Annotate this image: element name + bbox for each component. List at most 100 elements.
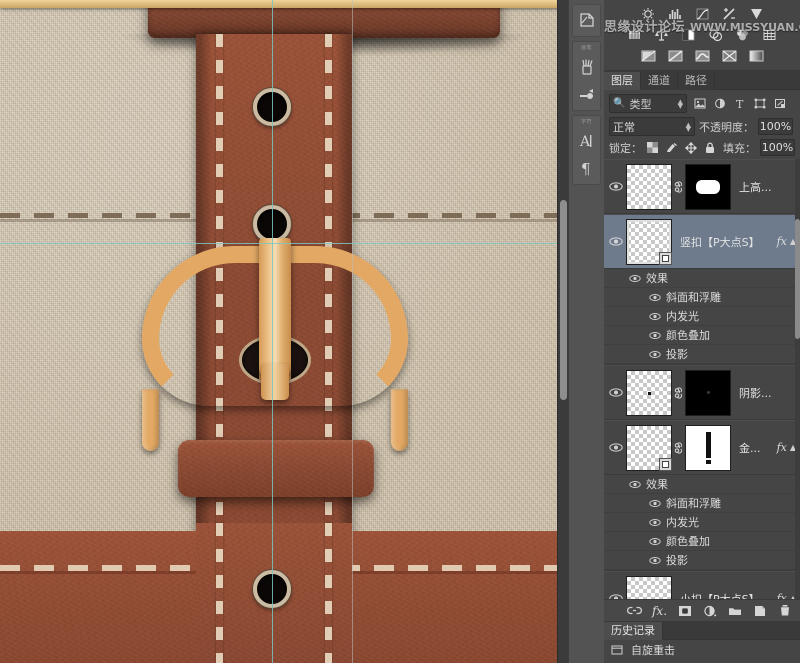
eye-icon[interactable] <box>644 518 666 527</box>
brightness-contrast-icon[interactable] <box>637 5 659 22</box>
effect-row[interactable]: 颜色叠加 <box>604 532 800 551</box>
lock-position-icon[interactable] <box>684 141 697 154</box>
link-mask-icon[interactable] <box>672 386 685 399</box>
shape-layer-filter-icon[interactable] <box>753 97 767 111</box>
link-layers-icon[interactable] <box>627 603 642 618</box>
effect-row[interactable]: 内发光 <box>604 307 800 326</box>
canvas-scrollbar-thumb[interactable] <box>560 200 567 400</box>
vibrance-icon[interactable] <box>745 5 767 22</box>
brush-presets-icon[interactable] <box>574 55 600 79</box>
blend-chevron-icon[interactable]: ▲ ▼ <box>686 121 691 132</box>
layer-row[interactable]: 竖扣【P大点S】 fx ▲ <box>604 214 800 269</box>
tab-layers[interactable]: 图层 <box>604 72 641 90</box>
effects-group-row[interactable]: 效果 <box>604 269 800 288</box>
add-layer-mask-icon[interactable] <box>677 603 692 618</box>
selective-color-icon[interactable] <box>718 47 740 64</box>
gradient-map-icon[interactable] <box>745 47 767 64</box>
layer-list[interactable]: 上高... 竖扣【P大点S】 fx ▲ 效果 斜面和浮雕 内发光 颜色叠加 投影… <box>604 159 800 599</box>
curves-icon[interactable] <box>691 5 713 22</box>
opacity-value[interactable]: 100% <box>758 118 793 135</box>
guide-vertical[interactable] <box>272 0 273 663</box>
document-canvas[interactable] <box>0 0 568 663</box>
adjustment-layer-filter-icon[interactable] <box>713 97 727 111</box>
new-layer-icon[interactable] <box>752 603 767 618</box>
effect-row[interactable]: 斜面和浮雕 <box>604 494 800 513</box>
levels-icon[interactable] <box>664 5 686 22</box>
canvas-vertical-scrollbar[interactable] <box>557 0 568 663</box>
eye-icon[interactable] <box>644 331 666 340</box>
layer-row[interactable]: 小扣【P大点S】 fx ▲ <box>604 571 800 599</box>
color-balance-icon[interactable] <box>651 26 673 43</box>
eye-icon[interactable] <box>624 274 646 283</box>
effect-row[interactable]: 投影 <box>604 551 800 570</box>
black-white-icon[interactable] <box>678 26 700 43</box>
lock-transparent-pixels-icon[interactable] <box>646 141 659 154</box>
paragraph-icon[interactable]: ¶ <box>574 156 600 180</box>
layer-thumbnail[interactable] <box>626 369 672 416</box>
layer-row[interactable]: 上高... <box>604 159 800 214</box>
eye-icon[interactable] <box>644 350 666 359</box>
add-layer-style-icon[interactable]: fx. <box>652 603 667 618</box>
character-icon[interactable]: A <box>574 129 600 153</box>
eye-icon[interactable] <box>644 293 666 302</box>
color-lookup-icon[interactable] <box>759 26 781 43</box>
layer-filter-type-select[interactable]: 🔍 类型 ▲ ▼ <box>609 94 687 113</box>
eye-icon[interactable] <box>644 537 666 546</box>
chevron-updown-icon[interactable]: ▲ ▼ <box>678 98 683 109</box>
hue-saturation-icon[interactable] <box>624 26 646 43</box>
guide-vertical-secondary[interactable] <box>352 0 353 663</box>
tab-history[interactable]: 历史记录 <box>604 622 663 640</box>
brush-tool-icon[interactable] <box>574 82 600 106</box>
effect-row[interactable]: 斜面和浮雕 <box>604 288 800 307</box>
layer-thumbnail[interactable] <box>626 218 672 265</box>
layer-thumbnail[interactable] <box>626 575 672 599</box>
guide-horizontal[interactable] <box>0 243 568 244</box>
delete-layer-icon[interactable] <box>777 603 792 618</box>
layer-mask-thumbnail[interactable] <box>685 163 731 210</box>
effect-row[interactable]: 内发光 <box>604 513 800 532</box>
new-adjustment-layer-icon[interactable] <box>702 603 717 618</box>
eye-icon[interactable] <box>644 312 666 321</box>
smart-object-filter-icon[interactable] <box>773 97 787 111</box>
effect-row[interactable]: 投影 <box>604 345 800 364</box>
layer-row[interactable]: 阴影... <box>604 365 800 420</box>
eye-icon[interactable] <box>606 181 626 192</box>
history-snapshot-icon[interactable] <box>574 8 600 32</box>
eye-icon[interactable] <box>606 387 626 398</box>
layer-thumbnail[interactable] <box>626 163 672 210</box>
eye-icon[interactable] <box>606 236 626 247</box>
exposure-icon[interactable] <box>718 5 740 22</box>
fill-value[interactable]: 100% <box>760 139 795 156</box>
tab-paths[interactable]: 路径 <box>678 72 715 90</box>
eye-icon[interactable] <box>606 442 626 453</box>
eye-icon[interactable] <box>624 480 646 489</box>
blend-mode-select[interactable]: 正常 ▲ ▼ <box>609 117 695 136</box>
layer-effects-fx-icon[interactable]: fx <box>777 592 790 599</box>
type-layer-filter-icon[interactable]: T <box>733 97 747 111</box>
layers-scrollbar-thumb[interactable] <box>795 219 800 339</box>
layer-row[interactable]: 金... fx ▲ <box>604 420 800 475</box>
effect-row[interactable]: 颜色叠加 <box>604 326 800 345</box>
layer-thumbnail[interactable] <box>626 424 672 471</box>
link-mask-icon[interactable] <box>672 180 685 193</box>
new-group-icon[interactable] <box>727 603 742 618</box>
link-mask-icon[interactable] <box>672 441 685 454</box>
eye-icon[interactable] <box>644 499 666 508</box>
eye-icon[interactable] <box>606 593 626 599</box>
history-item[interactable]: 自旋重击 <box>604 640 800 660</box>
lock-image-pixels-icon[interactable] <box>665 141 678 154</box>
photo-filter-icon[interactable] <box>705 26 727 43</box>
layer-effects-fx-icon[interactable]: fx <box>777 441 790 454</box>
layer-effects-fx-icon[interactable]: fx <box>777 235 790 248</box>
tab-channels[interactable]: 通道 <box>641 72 678 90</box>
channel-mixer-icon[interactable] <box>732 26 754 43</box>
posterize-icon[interactable] <box>664 47 686 64</box>
lock-all-icon[interactable] <box>703 141 716 154</box>
layers-panel-scrollbar[interactable] <box>795 159 800 599</box>
eye-icon[interactable] <box>644 556 666 565</box>
layer-mask-thumbnail[interactable] <box>685 369 731 416</box>
layer-mask-thumbnail[interactable] <box>685 424 731 471</box>
pixel-layer-filter-icon[interactable] <box>693 97 707 111</box>
invert-icon[interactable] <box>637 47 659 64</box>
threshold-icon[interactable] <box>691 47 713 64</box>
